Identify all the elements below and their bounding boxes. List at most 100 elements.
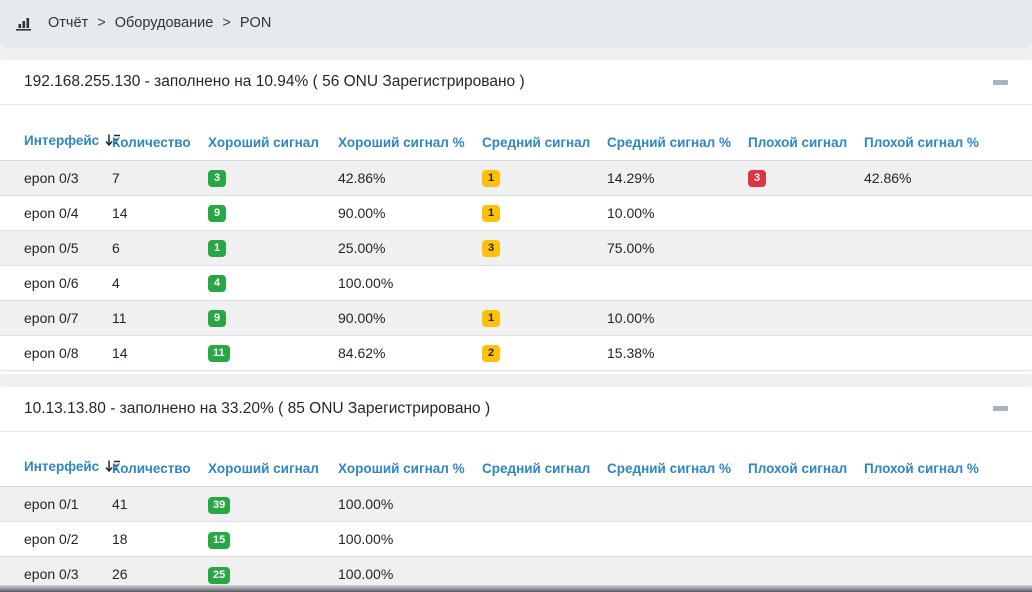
interface-cell: epon 0/2: [0, 522, 112, 557]
good-signal-badge: 9: [208, 205, 226, 222]
column-header-mid-signal[interactable]: Средний сигнал: [482, 105, 607, 160]
good-signal-cell: 15: [208, 522, 338, 557]
bad-signal-pct-cell: [864, 487, 1032, 522]
good-signal-pct-cell: 100.00%: [338, 265, 482, 300]
table-row: epon 0/644100.00%: [0, 265, 1032, 300]
count-cell: 7: [112, 160, 208, 195]
bar-chart-icon: [16, 16, 33, 31]
interface-cell: epon 0/8: [0, 335, 112, 370]
column-header-mid-signal-pct[interactable]: Средний сигнал %: [607, 105, 748, 160]
mid-signal-badge: 2: [482, 345, 500, 362]
good-signal-pct-cell: 100.00%: [338, 487, 482, 522]
count-cell: 41: [112, 487, 208, 522]
interface-cell: epon 0/6: [0, 265, 112, 300]
mid-signal-cell: 1: [482, 195, 607, 230]
bad-signal-cell: [748, 265, 864, 300]
good-signal-badge: 11: [208, 345, 230, 362]
table-header-row: Интерфейс Количество Хороший сигнал Хоро…: [0, 105, 1032, 160]
table-row: epon 0/414990.00%110.00%: [0, 195, 1032, 230]
bad-signal-cell: [748, 335, 864, 370]
column-header-good-signal-pct[interactable]: Хороший сигнал %: [338, 105, 482, 160]
count-cell: 14: [112, 195, 208, 230]
column-header-good-signal-pct[interactable]: Хороший сигнал %: [338, 432, 482, 487]
column-header-interface[interactable]: Интерфейс: [0, 105, 112, 160]
count-cell: 4: [112, 265, 208, 300]
mid-signal-cell: 1: [482, 300, 607, 335]
column-header-bad-signal-pct[interactable]: Плохой сигнал %: [864, 432, 1032, 487]
mid-signal-cell: [482, 522, 607, 557]
good-signal-badge: 3: [208, 170, 226, 187]
good-signal-pct-cell: 90.00%: [338, 195, 482, 230]
breadcrumb-item-equipment[interactable]: Оборудование: [115, 15, 214, 31]
good-signal-badge: 1: [208, 240, 226, 257]
good-signal-cell: 9: [208, 300, 338, 335]
count-cell: 11: [112, 300, 208, 335]
bad-signal-cell: 3: [748, 160, 864, 195]
good-signal-pct-cell: 100.00%: [338, 522, 482, 557]
mid-signal-cell: 1: [482, 160, 607, 195]
panel-192-168-255-130: 192.168.255.130 - заполнено на 10.94% ( …: [0, 60, 1032, 374]
minus-icon: [993, 80, 1008, 85]
table-row: epon 0/8141184.62%215.38%: [0, 335, 1032, 370]
interface-cell: epon 0/1: [0, 487, 112, 522]
good-signal-cell: 9: [208, 195, 338, 230]
mid-signal-pct-cell: 75.00%: [607, 230, 748, 265]
column-header-bad-signal-pct[interactable]: Плохой сигнал %: [864, 105, 1032, 160]
interface-cell: epon 0/5: [0, 230, 112, 265]
count-cell: 14: [112, 335, 208, 370]
bad-signal-cell: [748, 522, 864, 557]
collapse-button[interactable]: [988, 397, 1012, 421]
mid-signal-pct-cell: [607, 265, 748, 300]
table-row: epon 0/14139 100.00%: [0, 487, 1032, 522]
good-signal-pct-cell: 90.00%: [338, 300, 482, 335]
column-header-bad-signal[interactable]: Плохой сигнал: [748, 105, 864, 160]
mid-signal-badge: 1: [482, 170, 500, 187]
bad-signal-cell: [748, 487, 864, 522]
column-header-count[interactable]: Количество: [112, 432, 208, 487]
good-signal-pct-cell: 42.86%: [338, 160, 482, 195]
mid-signal-pct-cell: [607, 487, 748, 522]
bad-signal-pct-cell: [864, 335, 1032, 370]
footer-edge: [0, 585, 1032, 592]
column-header-mid-signal[interactable]: Средний сигнал: [482, 432, 607, 487]
minus-icon: [993, 406, 1008, 411]
column-header-good-signal[interactable]: Хороший сигнал: [208, 105, 338, 160]
good-signal-badge: 15: [208, 532, 230, 549]
bad-signal-badge: 3: [748, 170, 766, 187]
breadcrumb-separator: >: [222, 15, 230, 31]
collapse-button[interactable]: [988, 70, 1012, 94]
breadcrumb-item-report[interactable]: Отчёт: [48, 15, 88, 31]
good-signal-cell: 39: [208, 487, 338, 522]
table-row: epon 0/711990.00%110.00%: [0, 300, 1032, 335]
bad-signal-cell: [748, 195, 864, 230]
mid-signal-pct-cell: 14.29%: [607, 160, 748, 195]
column-header-bad-signal[interactable]: Плохой сигнал: [748, 432, 864, 487]
good-signal-cell: 1: [208, 230, 338, 265]
good-signal-badge: 39: [208, 497, 230, 514]
breadcrumb: Отчёт > Оборудование > PON: [0, 0, 1032, 46]
bad-signal-pct-cell: 42.86%: [864, 160, 1032, 195]
signal-table: Интерфейс Количество Хороший сигнал Хоро…: [0, 105, 1032, 371]
mid-signal-badge: 1: [482, 310, 500, 327]
bad-signal-cell: [748, 230, 864, 265]
good-signal-badge: 9: [208, 310, 226, 327]
column-header-count[interactable]: Количество: [112, 105, 208, 160]
good-signal-pct-cell: 25.00%: [338, 230, 482, 265]
good-signal-cell: 4: [208, 265, 338, 300]
bad-signal-pct-cell: [864, 230, 1032, 265]
count-cell: 6: [112, 230, 208, 265]
panel-header: 10.13.13.80 - заполнено на 33.20% ( 85 O…: [0, 387, 1032, 432]
mid-signal-cell: 2: [482, 335, 607, 370]
column-header-interface[interactable]: Интерфейс: [0, 432, 112, 487]
column-header-good-signal[interactable]: Хороший сигнал: [208, 432, 338, 487]
column-header-mid-signal-pct[interactable]: Средний сигнал %: [607, 432, 748, 487]
mid-signal-pct-cell: 15.38%: [607, 335, 748, 370]
good-signal-badge: 25: [208, 567, 230, 584]
bad-signal-pct-cell: [864, 300, 1032, 335]
bad-signal-pct-cell: [864, 195, 1032, 230]
mid-signal-pct-cell: 10.00%: [607, 195, 748, 230]
panel-title: 192.168.255.130 - заполнено на 10.94% ( …: [24, 73, 988, 91]
mid-signal-cell: [482, 487, 607, 522]
mid-signal-badge: 1: [482, 205, 500, 222]
count-cell: 18: [112, 522, 208, 557]
